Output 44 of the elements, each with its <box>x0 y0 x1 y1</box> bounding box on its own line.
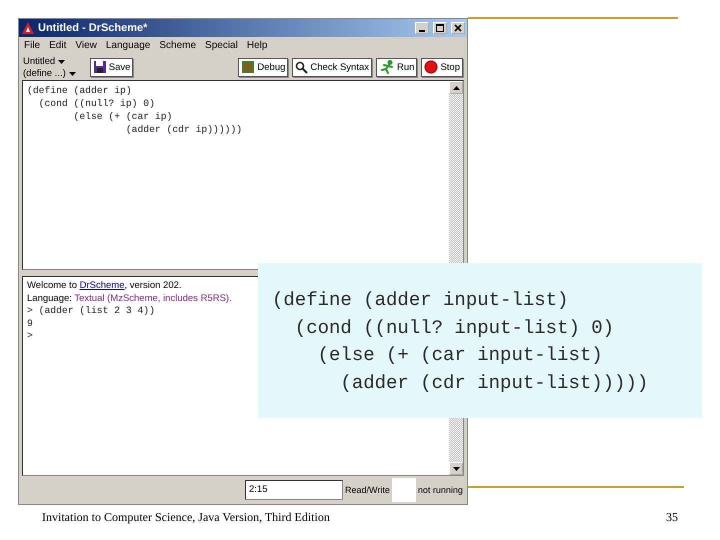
file-mode: Read/Write <box>345 485 390 495</box>
search-icon <box>295 60 308 74</box>
run-status: not running <box>418 485 463 495</box>
bug-icon <box>241 60 256 74</box>
stop-icon <box>424 60 438 74</box>
code-line: (else (+ (car ip) <box>72 110 172 123</box>
maximize-icon <box>436 24 444 32</box>
slide-footer: Invitation to Computer Science, Java Version, Third Edition <box>42 510 330 525</box>
position-field: 2:15 <box>245 480 343 500</box>
caret-icon <box>58 60 66 64</box>
maximize-button[interactable] <box>433 22 447 34</box>
check-button[interactable]: Check Syntax <box>292 58 372 76</box>
window-title: Untitled - DrScheme* <box>38 22 148 34</box>
drscheme-link[interactable]: DrScheme <box>80 280 124 291</box>
menu-item[interactable]: View <box>75 40 97 51</box>
stop-button[interactable]: Stop <box>421 58 463 76</box>
code-line: (define (adder ip) <box>27 84 132 97</box>
file-dropdown[interactable]: Untitled <box>23 56 76 66</box>
debug-button[interactable]: Debug <box>238 58 288 76</box>
page-number: 35 <box>666 510 678 525</box>
interaction-line: 9 <box>27 318 33 330</box>
menu-item[interactable]: Language <box>106 40 150 51</box>
interaction-line: > <box>27 330 33 342</box>
interaction-line: > (adder (list 2 3 4)) <box>27 305 155 318</box>
runner-icon <box>379 60 396 74</box>
code-line: (adder (cdr ip)))))) <box>124 123 242 136</box>
definitions-editor[interactable]: (define (adder ip) (cond ((null? ip) 0) (else (+ (car ip) (adder (cdr ip)))))) <box>22 80 464 270</box>
definitions-dropdown[interactable]: (define ...) <box>23 68 76 78</box>
menu-item[interactable]: Special <box>205 40 238 51</box>
minimize-button[interactable] <box>415 22 429 34</box>
welcome-message: Welcome to DrScheme, version 202. <box>27 280 182 292</box>
code-line: (cond ((null? ip) 0) <box>38 97 155 110</box>
menu-item[interactable]: Scheme <box>159 40 196 51</box>
caret-icon <box>68 72 76 76</box>
menu-item[interactable]: File <box>24 40 40 51</box>
language-line: Language: Textual (MzScheme, includes R5RS). <box>27 292 232 305</box>
menu-item[interactable]: Help <box>246 40 268 51</box>
save-button[interactable]: Save <box>90 58 134 76</box>
close-icon <box>454 24 462 32</box>
run-button[interactable]: Run <box>376 58 418 76</box>
indicator-box <box>392 478 416 502</box>
menu-item[interactable]: Edit <box>49 40 66 51</box>
close-button[interactable] <box>451 22 465 34</box>
app-icon <box>22 22 34 34</box>
